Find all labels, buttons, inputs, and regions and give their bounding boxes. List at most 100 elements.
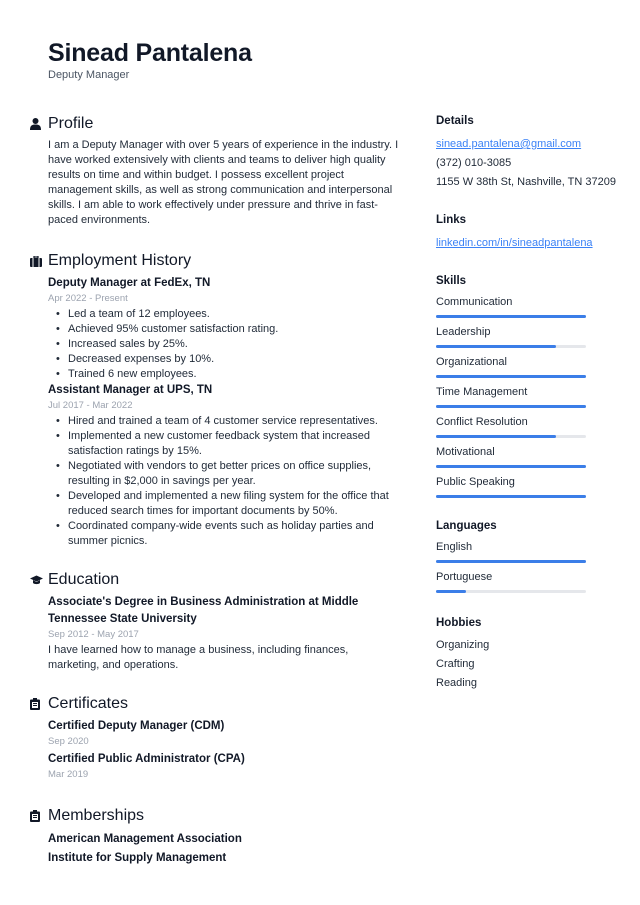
job-bullet: Increased sales by 25%. [56,337,402,352]
skills-heading: Skills [436,275,467,287]
skill-name: Conflict Resolution [436,416,528,428]
profile-section: Profile I am a Deputy Manager with over … [30,113,402,228]
certificate-item: Certified Public Administrator (CPA) Mar… [48,751,402,781]
employment-heading: Employment History [48,252,192,269]
skill-item: Communication [436,294,616,318]
skill-item: Motivational [436,444,616,468]
skill-name: Public Speaking [436,476,515,488]
level-bar [436,345,586,348]
level-bar-fill [436,315,586,318]
job-item: Deputy Manager at FedEx, TN Apr 2022 - Pr… [48,275,402,382]
hobbies-heading: Hobbies [436,617,482,629]
membership-item: Institute for Supply Management [48,852,227,864]
skill-item: Time Management [436,384,616,408]
level-bar-fill [436,590,466,593]
level-bar [436,465,586,468]
graduation-cap-icon [30,575,48,585]
profile-heading: Profile [48,115,94,132]
education-item: Associate's Degree in Business Administr… [48,594,402,673]
main-column: Profile I am a Deputy Manager with over … [30,113,402,888]
language-name: English [436,541,473,553]
job-dates: Apr 2022 - Present [48,293,128,304]
level-bar-fill [436,435,556,438]
certificates-section: Certificates Certified Deputy Manager (C… [30,693,402,781]
linkedin-link[interactable]: linkedin.com/in/sineadpantalena [436,237,593,249]
clipboard-icon [30,698,48,710]
job-bullet: Trained 6 new employees. [56,367,402,382]
hobbies-section: Hobbies Organizing Crafting Reading [436,615,616,693]
certificate-item: Certified Deputy Manager (CDM) Sep 2020 [48,718,402,748]
level-bar-fill [436,405,586,408]
level-bar-fill [436,375,586,378]
membership-item: American Management Association [48,833,242,845]
hobby-item: Organizing [436,639,490,651]
job-bullet: Implemented a new customer feedback syst… [56,429,402,459]
memberships-heading: Memberships [48,807,145,824]
education-heading: Education [48,571,120,588]
language-item: English [436,539,616,563]
level-bar [436,435,586,438]
candidate-title: Deputy Manager [48,69,130,81]
certificate-date: Mar 2019 [48,769,89,780]
education-description: I have learned how to manage a business,… [48,644,349,671]
job-bullet: Negotiated with vendors to get better pr… [56,459,402,489]
education-title: Associate's Degree in Business Administr… [48,596,359,625]
hobby-item: Reading [436,677,477,689]
job-bullet: Decreased expenses by 10%. [56,352,402,367]
certificates-heading: Certificates [48,695,129,712]
skill-item: Organizational [436,354,616,378]
job-bullets: Led a team of 12 employees.Achieved 95% … [48,307,402,382]
details-section: Details sinead.pantalena@gmail.com (372)… [436,113,616,192]
languages-section: Languages English Portuguese [436,518,616,593]
level-bar-fill [436,345,556,348]
candidate-name: Sinead Pantalena [48,39,252,67]
skill-item: Leadership [436,324,616,348]
certificate-title: Certified Public Administrator (CPA) [48,753,245,765]
email-link[interactable]: sinead.pantalena@gmail.com [436,138,581,150]
job-title: Deputy Manager at FedEx, TN [48,277,211,289]
level-bar-fill [436,560,586,563]
hobby-item: Crafting [436,658,475,670]
job-bullets: Hired and trained a team of 4 customer s… [48,414,402,549]
job-bullet: Led a team of 12 employees. [56,307,402,322]
job-bullet: Coordinated company-wide events such as … [56,519,402,549]
level-bar [436,405,586,408]
skill-name: Communication [436,296,513,308]
sidebar-column: Details sinead.pantalena@gmail.com (372)… [436,113,616,713]
language-name: Portuguese [436,571,493,583]
level-bar-fill [436,465,586,468]
language-item: Portuguese [436,569,616,593]
links-section: Links linkedin.com/in/sineadpantalena [436,212,616,253]
certificate-title: Certified Deputy Manager (CDM) [48,720,225,732]
level-bar [436,495,586,498]
address: 1155 W 38th St, Nashville, TN 37209 [436,176,616,188]
level-bar [436,590,586,593]
job-item: Assistant Manager at UPS, TN Jul 2017 - M… [48,382,402,549]
languages-heading: Languages [436,520,497,532]
details-heading: Details [436,115,474,127]
briefcase-icon [30,255,48,267]
links-heading: Links [436,214,467,226]
skill-name: Leadership [436,326,491,338]
person-icon [30,118,48,130]
skill-name: Time Management [436,386,528,398]
certificate-date: Sep 2020 [48,736,89,747]
level-bar [436,560,586,563]
resume-header: Sinead Pantalena Deputy Manager [48,38,252,81]
job-bullet: Achieved 95% customer satisfaction ratin… [56,322,402,337]
skill-name: Organizational [436,356,507,368]
skill-item: Conflict Resolution [436,414,616,438]
education-section: Education Associate's Degree in Business… [30,569,402,673]
education-dates: Sep 2012 - May 2017 [48,629,139,640]
employment-section: Employment History Deputy Manager at Fed… [30,250,402,549]
phone-number: (372) 010-3085 [436,157,512,169]
profile-text: I am a Deputy Manager with over 5 years … [48,139,399,226]
job-title: Assistant Manager at UPS, TN [48,384,213,396]
clipboard-icon [30,810,48,822]
skill-item: Public Speaking [436,474,616,498]
job-bullet: Developed and implemented a new filing s… [56,489,402,519]
job-bullet: Hired and trained a team of 4 customer s… [56,414,402,429]
memberships-section: Memberships American Management Associat… [30,805,402,868]
level-bar [436,375,586,378]
skill-name: Motivational [436,446,495,458]
